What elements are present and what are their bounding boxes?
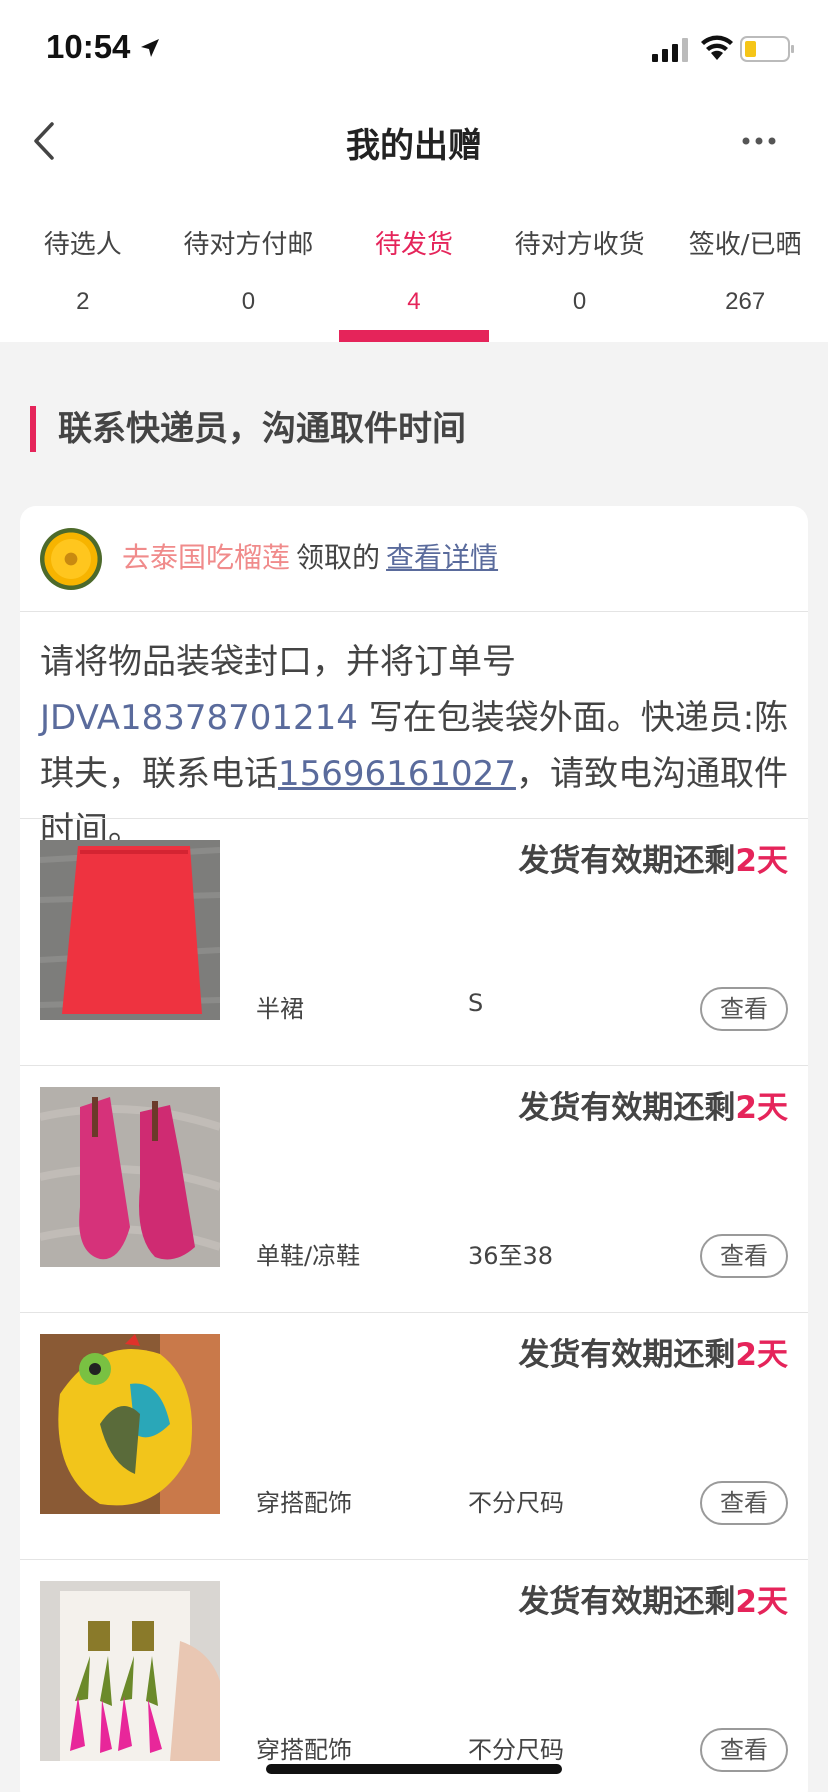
tab-count: 0 bbox=[572, 288, 587, 315]
tab-pending-selection[interactable]: 待选人 2 bbox=[0, 182, 166, 342]
section-heading: 联系快递员，沟通取件时间 bbox=[30, 406, 466, 452]
view-button[interactable]: 查看 bbox=[700, 1728, 788, 1772]
home-indicator[interactable] bbox=[266, 1764, 562, 1774]
location-arrow-icon bbox=[141, 39, 159, 57]
order-number: JDVA18378701214 bbox=[40, 698, 358, 738]
item-photo-hat[interactable] bbox=[40, 1334, 220, 1514]
tab-received[interactable]: 签收/已晒 267 bbox=[662, 182, 828, 342]
cellular-signal-icon bbox=[652, 38, 688, 62]
shipping-deadline: 发货有效期还剩2天 bbox=[518, 1576, 788, 1621]
item-size: 不分尺码 bbox=[468, 1736, 564, 1764]
list-item: 发货有效期还剩2天 单鞋/凉鞋 36至38 查看 bbox=[20, 1065, 808, 1312]
tab-label: 待对方付邮 bbox=[183, 230, 314, 260]
shipping-deadline: 发货有效期还剩2天 bbox=[518, 1329, 788, 1374]
tab-pending-postage[interactable]: 待对方付邮 0 bbox=[166, 182, 332, 342]
tab-count: 4 bbox=[407, 288, 421, 315]
shipping-deadline: 发货有效期还剩2天 bbox=[518, 1082, 788, 1127]
active-tab-indicator bbox=[339, 330, 489, 342]
item-size: 36至38 bbox=[468, 1242, 554, 1270]
tab-count: 267 bbox=[725, 288, 766, 315]
view-button[interactable]: 查看 bbox=[700, 1481, 788, 1525]
claimer-text: 去泰国吃榴莲 领取的 查看详情 bbox=[122, 536, 498, 576]
shipment-card: 去泰国吃榴莲 领取的 查看详情 请将物品装袋封口，并将订单号 JDVA1837870… bbox=[20, 506, 808, 1792]
deadline-prefix: 发货有效期还剩 bbox=[518, 1090, 736, 1126]
item-category: 穿搭配饰 bbox=[256, 1489, 352, 1517]
more-options-icon[interactable] bbox=[742, 136, 776, 146]
instructions-part1: 请将物品装袋封口，并将订单号 bbox=[40, 642, 516, 682]
tab-label: 待发货 bbox=[374, 230, 453, 260]
claimer-row: 去泰国吃榴莲 领取的 查看详情 bbox=[20, 506, 808, 612]
tab-count: 0 bbox=[241, 288, 256, 315]
wifi-icon bbox=[701, 35, 733, 60]
deadline-days: 2天 bbox=[735, 1090, 788, 1126]
avatar[interactable] bbox=[40, 528, 102, 590]
list-item: 发货有效期还剩2天 半裙 S 查看 bbox=[20, 818, 808, 1065]
view-button[interactable]: 查看 bbox=[700, 1234, 788, 1278]
item-category: 单鞋/凉鞋 bbox=[256, 1242, 361, 1270]
deadline-days: 2天 bbox=[735, 843, 788, 879]
claimer-action: 领取的 bbox=[296, 541, 381, 574]
deadline-days: 2天 bbox=[735, 1337, 788, 1373]
deadline-prefix: 发货有效期还剩 bbox=[518, 1584, 736, 1620]
item-category: 半裙 bbox=[256, 995, 304, 1023]
tab-pending-shipment[interactable]: 待发货 4 bbox=[331, 182, 497, 342]
tab-label: 签收/已晒 bbox=[688, 230, 802, 260]
claimer-name[interactable]: 去泰国吃榴莲 bbox=[122, 541, 290, 574]
courier-phone-link[interactable]: 15696161027 bbox=[278, 754, 516, 794]
item-photo-earrings[interactable] bbox=[40, 1581, 220, 1761]
item-list: 发货有效期还剩2天 半裙 S 查看 发货有效期还剩2天 单鞋/凉鞋 36至38 … bbox=[20, 818, 808, 1792]
status-bar: 10:54 bbox=[0, 0, 828, 100]
list-item: 发货有效期还剩2天 穿搭配饰 不分尺码 查看 bbox=[20, 1312, 808, 1559]
tab-label: 待选人 bbox=[43, 230, 122, 260]
item-photo-shoes[interactable] bbox=[40, 1087, 220, 1267]
battery-icon bbox=[740, 36, 794, 62]
deadline-prefix: 发货有效期还剩 bbox=[518, 843, 736, 879]
page-title: 我的出赠 bbox=[346, 126, 482, 166]
item-category: 穿搭配饰 bbox=[256, 1736, 352, 1764]
tab-pending-receipt[interactable]: 待对方收货 0 bbox=[497, 182, 663, 342]
item-photo-skirt[interactable] bbox=[40, 840, 220, 1020]
list-item: 发货有效期还剩2天 穿搭配饰 不分尺码 查看 bbox=[20, 1559, 808, 1792]
tab-count: 2 bbox=[76, 288, 90, 315]
deadline-days: 2天 bbox=[735, 1584, 788, 1620]
tab-label: 待对方收货 bbox=[514, 230, 645, 260]
item-size: S bbox=[468, 989, 484, 1017]
item-size: 不分尺码 bbox=[468, 1489, 564, 1517]
view-button[interactable]: 查看 bbox=[700, 987, 788, 1031]
nav-bar: 我的出赠 bbox=[0, 100, 828, 182]
status-tabs: 待选人 2 待对方付邮 0 待发货 4 待对方收货 0 签收/已晒 267 bbox=[0, 182, 828, 342]
view-details-link[interactable]: 查看详情 bbox=[386, 541, 498, 574]
deadline-prefix: 发货有效期还剩 bbox=[518, 1337, 736, 1373]
status-time: 10:54 bbox=[46, 28, 131, 65]
shipping-deadline: 发货有效期还剩2天 bbox=[518, 835, 788, 880]
